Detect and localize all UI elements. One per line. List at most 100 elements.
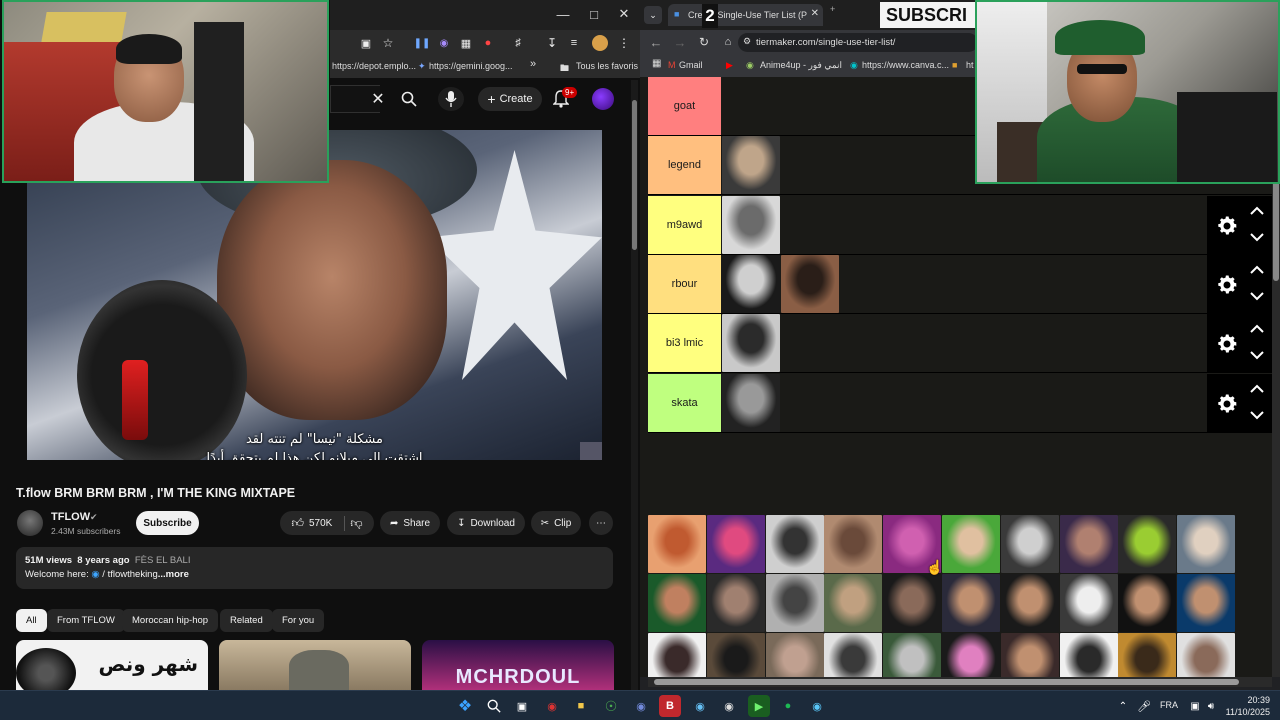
tier-item-image[interactable] — [781, 254, 839, 313]
maximize-button[interactable]: □ — [578, 0, 610, 28]
tray-overflow-icon[interactable]: ⌃ — [1112, 695, 1134, 717]
clear-search-icon[interactable]: ✕ — [368, 87, 388, 111]
spotify-icon[interactable]: ● — [777, 695, 799, 717]
profile-avatar[interactable] — [592, 35, 608, 51]
gear-icon[interactable] — [1215, 332, 1239, 356]
bookmarks-overflow[interactable]: » — [530, 58, 536, 70]
tier-item-image[interactable] — [722, 195, 780, 254]
user-avatar[interactable] — [592, 88, 614, 110]
pool-item-image[interactable] — [1118, 633, 1177, 677]
bookmark-canva[interactable]: https://www.canva.c... — [862, 60, 949, 70]
pool-item-image[interactable] — [883, 574, 942, 632]
search-icon[interactable] — [483, 695, 505, 717]
pool-item-image[interactable] — [648, 633, 706, 677]
pool-item-image[interactable] — [824, 574, 883, 632]
scrollbar-thumb[interactable] — [654, 679, 1239, 685]
app-icon[interactable]: ◉ — [541, 695, 563, 717]
recommended-video[interactable]: شهر ونص — [16, 640, 208, 690]
input-language[interactable]: FRA — [1160, 700, 1178, 710]
new-tab-button[interactable]: + — [830, 4, 835, 14]
app-icon[interactable]: B — [659, 695, 681, 717]
tab-close-icon[interactable]: ✕ — [811, 8, 819, 19]
voice-search-icon[interactable] — [438, 87, 464, 111]
bookmark-gmail[interactable]: Gmail — [679, 60, 703, 70]
facebook-link[interactable]: / tflowtheking — [102, 569, 157, 580]
pool-item-image[interactable] — [1059, 574, 1118, 632]
location-tag[interactable]: FÈS EL BALI — [135, 555, 191, 566]
share-button[interactable]: ➦ Share — [380, 511, 440, 535]
site-info-icon[interactable]: ⚙ — [743, 36, 751, 47]
pool-item-image[interactable] — [648, 515, 706, 573]
pool-item-image[interactable] — [1000, 515, 1059, 573]
clock[interactable]: 20:39 11/10/2025 — [1220, 694, 1270, 718]
url-bar[interactable]: ⚙ tiermaker.com/single-use-tier-list/ — [738, 33, 978, 52]
extension-icon[interactable]: ◉ — [436, 35, 452, 51]
forward-arrow-icon[interactable]: → — [672, 34, 688, 50]
pool-item-image[interactable] — [942, 515, 1000, 573]
search-icon[interactable] — [396, 87, 422, 111]
extension-icon[interactable]: ▦ — [458, 35, 474, 51]
home-icon[interactable]: ⌂ — [720, 34, 736, 50]
tier-item-image[interactable] — [722, 314, 780, 373]
minimize-button[interactable]: — — [547, 0, 579, 28]
extensions-puzzle-icon[interactable]: ♯ — [510, 35, 526, 51]
miniplayer-thumb[interactable] — [580, 442, 602, 460]
bookmark-item[interactable]: https://gemini.goog... — [429, 61, 513, 71]
chip-for-you[interactable]: For you — [272, 609, 325, 632]
pool-item-image[interactable] — [648, 574, 706, 632]
pool-item-image[interactable] — [1118, 515, 1177, 573]
horizontal-scrollbar[interactable] — [648, 677, 1272, 687]
pool-item-image[interactable] — [824, 633, 883, 677]
tier-label[interactable]: goat — [648, 77, 721, 135]
pool-item-image[interactable] — [883, 633, 942, 677]
gear-icon[interactable] — [1215, 392, 1239, 416]
move-up-chevron-icon[interactable] — [1249, 204, 1265, 218]
file-explorer-icon[interactable]: ■ — [570, 695, 592, 717]
tier-item-image[interactable] — [722, 254, 780, 313]
tier-label[interactable]: rbour — [648, 254, 721, 313]
pool-item-image[interactable] — [1000, 633, 1059, 677]
pool-item-image[interactable] — [1000, 574, 1059, 632]
tier-item-image[interactable] — [722, 373, 780, 432]
tier-label[interactable]: bi3 lmic — [648, 314, 721, 373]
tier-label[interactable]: m9awd — [648, 195, 721, 254]
reload-icon[interactable]: ↻ — [696, 34, 712, 50]
tab-tiermaker[interactable]: ■ Create Single-Use Tier List (P ✕ — [668, 4, 823, 26]
pool-item-image[interactable] — [942, 574, 1000, 632]
steam-icon[interactable]: ◉ — [689, 695, 711, 717]
all-bookmarks[interactable]: Tous les favoris — [576, 61, 638, 71]
move-up-chevron-icon[interactable] — [1249, 322, 1265, 336]
subscribe-button[interactable]: Subscribe — [136, 511, 199, 535]
pool-item-image[interactable] — [1177, 515, 1236, 573]
chrome-icon[interactable]: ☉ — [600, 695, 622, 717]
pool-item-image[interactable] — [942, 633, 1000, 677]
create-button[interactable]: + Create — [478, 87, 542, 111]
download-button[interactable]: ↧ Download — [447, 511, 525, 535]
thumbs-down-icon[interactable]: 👎︎ — [350, 516, 362, 531]
move-down-chevron-icon[interactable] — [1249, 289, 1265, 303]
app-icon[interactable]: ◉ — [806, 695, 828, 717]
bookmark-more[interactable]: ht — [966, 60, 974, 70]
more-actions-button[interactable]: ⋯ — [589, 511, 613, 535]
obs-icon[interactable]: ◉ — [718, 695, 740, 717]
pool-item-image[interactable] — [706, 574, 765, 632]
gear-icon[interactable] — [1215, 273, 1239, 297]
menu-icon[interactable]: ⋮ — [616, 35, 632, 51]
extension-icon[interactable]: ● — [480, 35, 496, 51]
pool-item-image[interactable] — [824, 515, 883, 573]
channel-name[interactable]: TFLOW — [51, 511, 90, 523]
move-down-chevron-icon[interactable] — [1249, 408, 1265, 422]
install-app-icon[interactable]: ▣ — [358, 35, 374, 51]
left-scrollbar[interactable] — [631, 80, 638, 690]
clip-button[interactable]: ✂ Clip — [531, 511, 581, 535]
task-view-icon[interactable]: ▣ — [511, 695, 533, 717]
pool-item-image[interactable] — [706, 633, 765, 677]
gear-icon[interactable] — [1215, 214, 1239, 238]
move-down-chevron-icon[interactable] — [1249, 230, 1265, 244]
move-up-chevron-icon[interactable] — [1249, 263, 1265, 277]
volume-icon[interactable]: 🔊︎ — [1200, 695, 1222, 717]
chip-all[interactable]: All — [16, 609, 47, 632]
pool-item-image[interactable] — [765, 633, 824, 677]
microphone-icon[interactable]: 🎤︎ — [1133, 695, 1155, 717]
tier-item-image[interactable] — [722, 136, 780, 195]
